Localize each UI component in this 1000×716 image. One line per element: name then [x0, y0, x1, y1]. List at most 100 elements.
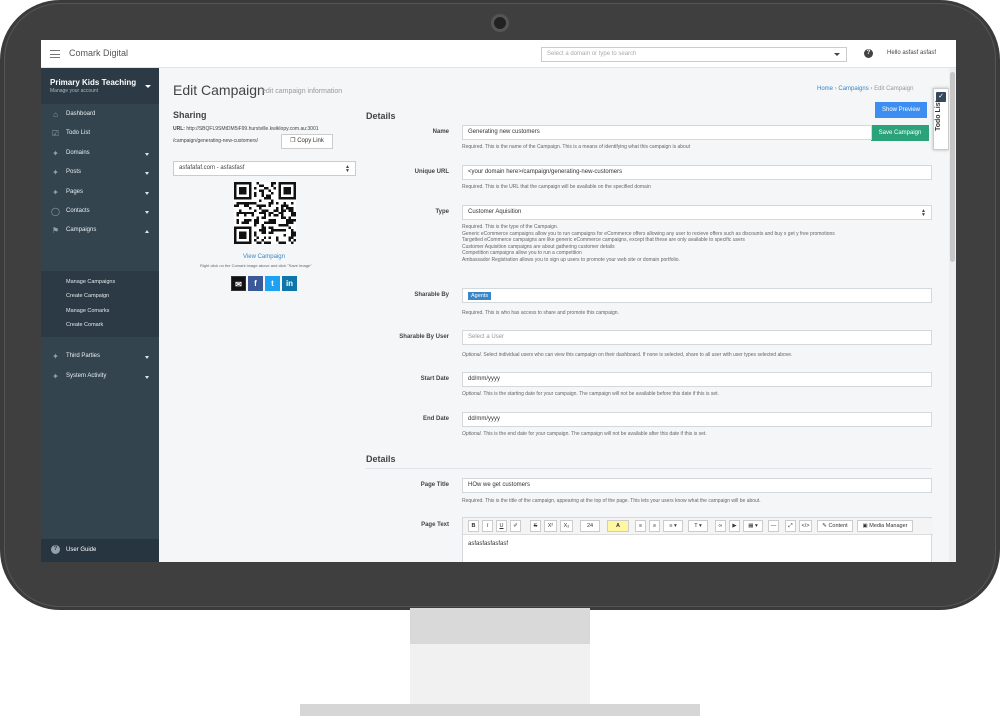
chevron-down-icon	[145, 85, 151, 88]
sidebar-item-contacts[interactable]: ◯ Contacts	[41, 203, 159, 221]
help-text: Select individual users who can view thi…	[482, 352, 793, 358]
campaigns-submenu: Manage Campaigns Create Campaign Manage …	[41, 271, 159, 337]
copy-link-button[interactable]: ❐ Copy Link	[281, 134, 333, 149]
sidebar-item-posts[interactable]: ✦ Posts	[41, 164, 159, 182]
italic-button[interactable]: I	[482, 520, 493, 532]
strikethrough-button[interactable]: S	[530, 520, 541, 532]
sharable-by-help: Required. This is who has access to shar…	[462, 310, 619, 316]
code-view-icon[interactable]: </>	[799, 520, 812, 532]
sidebar-item-todo-list[interactable]: ☑ Todo List	[41, 125, 159, 143]
type-label: Type	[435, 209, 449, 215]
sidebar-item-label: Todo List	[66, 130, 91, 136]
font-size-select[interactable]: 24	[580, 520, 600, 532]
end-date-input[interactable]: dd/mm/yyyy	[462, 412, 932, 427]
sharable-by-select[interactable]: Agents	[462, 288, 932, 303]
media-manager-button[interactable]: ▣ Media Manager	[857, 520, 913, 532]
help-text: This is the starting date for your campa…	[482, 391, 719, 397]
domain-select-placeholder: Select a domain or type to search	[547, 51, 637, 57]
text-color-button[interactable]: A	[607, 520, 629, 532]
superscript-button[interactable]: X²	[544, 520, 557, 532]
start-date-input[interactable]: dd/mm/yyyy	[462, 372, 932, 387]
submenu-manage-campaigns[interactable]: Manage Campaigns	[66, 279, 115, 285]
subscript-button[interactable]: X₂	[560, 520, 573, 532]
domain-select[interactable]: Select a domain or type to search	[541, 47, 847, 62]
editor-body[interactable]: asfasfasfasfasf	[468, 541, 508, 547]
text-style-icon[interactable]: T ▾	[688, 520, 708, 532]
chevron-down-icon	[145, 192, 149, 195]
sidebar-item-dashboard[interactable]: ⌂ Dashboard	[41, 106, 159, 124]
end-date-label: End Date	[422, 416, 449, 422]
user-greeting[interactable]: Hello asfasf asfasf	[887, 50, 936, 56]
unique-url-input[interactable]: <your domain here>/campaign/generating-n…	[462, 165, 932, 180]
camera-icon	[491, 14, 509, 32]
ordered-list-icon[interactable]: ≡	[649, 520, 660, 532]
fullscreen-icon[interactable]: ⤢	[785, 520, 796, 532]
breadcrumb-campaigns[interactable]: Campaigns	[838, 86, 868, 92]
show-preview-button[interactable]: Show Preview	[875, 102, 927, 118]
checkbox-icon: ☑	[51, 129, 60, 138]
sidebar-item-campaigns[interactable]: ⚑ Campaigns	[41, 222, 159, 240]
name-help: Required. This is the name of the Campai…	[462, 144, 690, 150]
content-button[interactable]: ✎ Content	[817, 520, 853, 532]
submenu-create-comark[interactable]: Create Comark	[66, 322, 103, 328]
chevron-down-icon	[145, 211, 149, 214]
bold-button[interactable]: B	[468, 520, 479, 532]
save-campaign-button[interactable]: Save Campaign	[871, 125, 929, 141]
breadcrumb: Home › Campaigns › Edit Campaign	[817, 86, 913, 92]
hamburger-menu-icon[interactable]	[50, 50, 60, 58]
table-icon[interactable]: ▦ ▾	[743, 520, 763, 532]
sidebar-item-user-guide[interactable]: ? User Guide	[41, 539, 159, 562]
breadcrumb-home[interactable]: Home	[817, 86, 833, 92]
align-icon[interactable]: ≡ ▾	[663, 520, 683, 532]
main-content: Edit Campaign edit campaign information …	[159, 68, 956, 562]
help-icon[interactable]: ?	[864, 49, 873, 58]
sharing-title: Sharing	[173, 110, 207, 120]
email-share-icon[interactable]: ✉	[231, 276, 246, 291]
share-url-line2: /campaign/generating-new-customers/	[173, 138, 259, 144]
edit-icon: ✎	[822, 523, 827, 529]
page-scrollbar[interactable]	[949, 68, 956, 562]
chevron-down-icon	[145, 172, 149, 175]
sidebar-item-pages[interactable]: ✦ Pages	[41, 184, 159, 202]
sharable-by-label: Sharable By	[414, 292, 449, 298]
optional-label: Optional.	[462, 431, 483, 437]
sidebar-item-label: Dashboard	[66, 111, 96, 117]
sharable-by-user-select[interactable]: Select a User	[462, 330, 932, 345]
top-bar: Comark Digital Select a domain or type t…	[41, 40, 956, 68]
page-text-editor[interactable]: B I U ✐ S X² X₂ 24 A ≡ ≡ ≡ ▾ T ▾ ∞ ▶ ▦ ▾…	[462, 517, 933, 562]
org-switcher[interactable]: Primary Kids Teaching Manage your accoun…	[41, 68, 159, 104]
share-domain-select[interactable]: asfafafaf.com - asfasfasf ▲ ▼	[173, 161, 356, 176]
section-divider	[366, 468, 932, 469]
facebook-share-icon[interactable]: f	[248, 276, 263, 291]
sharable-tag[interactable]: Agents	[468, 292, 492, 300]
page-title-input[interactable]: HOw we get customers	[462, 478, 932, 493]
linkedin-share-icon[interactable]: in	[282, 276, 297, 291]
optional-label: Optional.	[462, 391, 483, 397]
sidebar-item-system-activity[interactable]: ✦ System Activity	[41, 368, 159, 386]
sidebar-item-label: User Guide	[66, 547, 97, 553]
eraser-icon[interactable]: ✐	[510, 520, 521, 532]
todo-list-tab[interactable]: ✓ Todo List	[933, 88, 949, 150]
sidebar-item-label: Posts	[66, 169, 82, 175]
sidebar-item-label: Contacts	[66, 208, 90, 214]
qr-code-image[interactable]	[234, 182, 296, 244]
unordered-list-icon[interactable]: ≡	[635, 520, 646, 532]
submenu-manage-comarks[interactable]: Manage Comarks	[66, 308, 109, 314]
type-select[interactable]: Customer Aquisition ▲ ▼	[462, 205, 932, 220]
tag-icon: ⚑	[51, 226, 60, 235]
sidebar-item-third-parties[interactable]: ✦ Third Parties	[41, 348, 159, 366]
video-icon[interactable]: ▶	[729, 520, 740, 532]
breadcrumb-current: Edit Campaign	[874, 86, 914, 92]
view-campaign-link[interactable]: View Campaign	[243, 254, 285, 260]
page-text-label: Page Text	[421, 522, 449, 528]
submenu-create-campaign[interactable]: Create Campaign	[66, 293, 109, 299]
chevron-down-icon	[145, 356, 149, 359]
link-icon[interactable]: ∞	[715, 520, 726, 532]
underline-button[interactable]: U	[496, 520, 507, 532]
twitter-share-icon[interactable]: t	[265, 276, 280, 291]
horizontal-rule-icon[interactable]: —	[768, 520, 779, 532]
sidebar-item-domains[interactable]: ✦ Domains	[41, 145, 159, 163]
name-input[interactable]: Generating new customers	[462, 125, 872, 140]
scrollbar-thumb[interactable]	[950, 72, 955, 262]
chevron-down-icon	[145, 153, 149, 156]
